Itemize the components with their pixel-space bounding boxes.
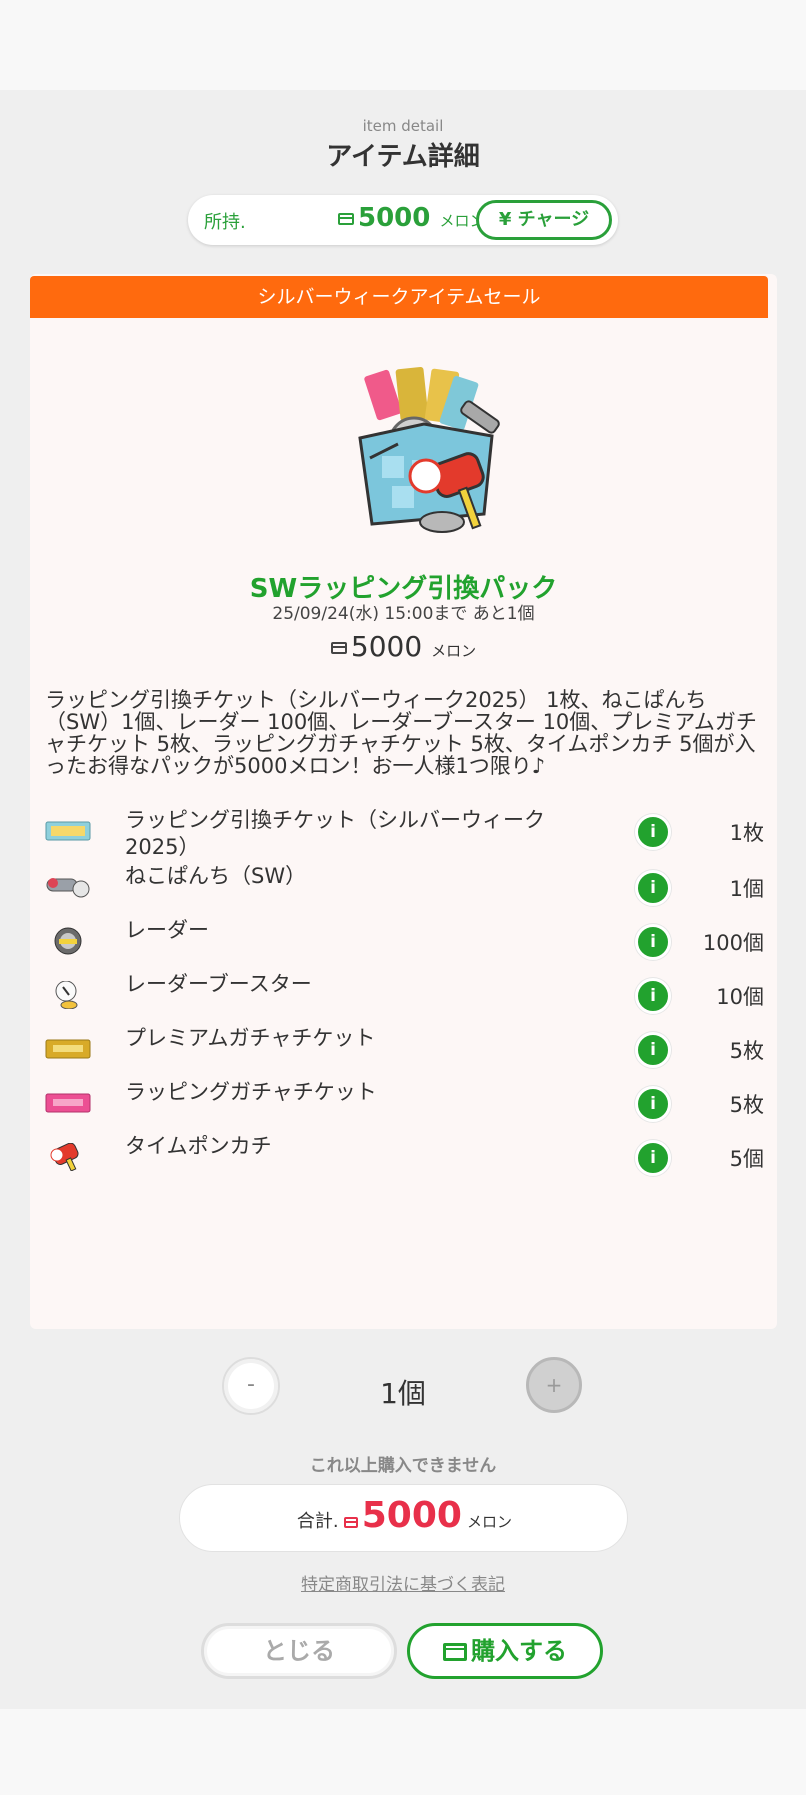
melon-currency-icon [343, 1517, 358, 1528]
wrapping-ticket-icon [45, 821, 91, 841]
list-item: ラッピングガチャチケット i 5枚 [45, 1079, 765, 1127]
content-label: ラッピングガチャチケット [125, 1080, 377, 1104]
item-description: ラッピング引換チケット（シルバーウィーク2025） 1枚、ねこぱんち（SW）1個… [45, 688, 757, 778]
item-deadline: 25/09/24(水) 15:00まで あと1個 [272, 604, 535, 624]
wrapping-gacha-ticket-icon [45, 1093, 91, 1113]
content-label: プレミアムガチャチケット [125, 1026, 376, 1050]
time-hammer-icon [50, 1143, 79, 1171]
page-subtitle: item detail [362, 117, 444, 135]
commercial-law-link-wrap: 特定商取引法に基づく表記 [0, 1570, 806, 1595]
item-price-value: 5000 [350, 630, 423, 663]
buy-button-label: 購入する [471, 1637, 567, 1665]
content-label: ラッピング引換チケット（シルバーウィーク2025） [125, 808, 545, 859]
content-qty: 5枚 [729, 1093, 764, 1117]
cat-punch-icon [46, 878, 90, 898]
premium-gacha-ticket-icon [45, 1039, 91, 1059]
content-label: レーダー [125, 918, 209, 942]
pack-image [358, 366, 500, 533]
increase-quantity-button[interactable]: + [526, 1357, 582, 1413]
content-qty: 100個 [702, 931, 764, 955]
close-button[interactable]: とじる [201, 1623, 397, 1679]
top-band [0, 0, 806, 90]
list-item: プレミアムガチャチケット i 5枚 [45, 1025, 765, 1073]
charge-button[interactable]: ¥ チャージ [476, 200, 612, 240]
list-item: タイムポンカチ i 5個 [45, 1133, 765, 1181]
content-qty: 1個 [729, 877, 764, 901]
content-label: レーダーブースター [125, 972, 312, 996]
content-qty: 5枚 [729, 1039, 764, 1063]
melon-currency-icon [330, 642, 347, 654]
radar-icon [54, 927, 82, 955]
total-price: 合計. 5000 メロン [179, 1484, 628, 1552]
item-card: シルバーウィークアイテムセール SWラッピング引換パック 25/09/24(水)… [30, 274, 777, 1329]
total-inner: 合計. 5000 メロン [180, 1495, 629, 1536]
wallet-card-icon [443, 1643, 467, 1661]
item-price-unit: メロン [431, 642, 477, 660]
quantity-count: 1個 [380, 1377, 426, 1410]
wallet-amount-group: 5000 メロン [338, 203, 484, 233]
wallet-balance: 所持. 5000 メロン ¥ チャージ [188, 195, 618, 245]
content-qty: 1枚 [729, 821, 764, 845]
melon-currency-icon [338, 212, 354, 225]
total-label: 合計. [296, 1511, 339, 1532]
list-item: ラッピング引換チケット（シルバーウィーク2025） i 1枚 [45, 807, 765, 859]
wallet-label: 所持. [204, 212, 246, 233]
content-label: ねこぱんち（SW） [125, 864, 307, 888]
decrease-quantity-button[interactable]: - [222, 1357, 280, 1415]
total-unit: メロン [467, 1513, 513, 1531]
purchase-limit-message: これ以上購入できません [309, 1456, 497, 1476]
buy-button[interactable]: 購入する [407, 1623, 603, 1679]
bottom-band [0, 1709, 806, 1795]
content-qty: 10個 [716, 985, 764, 1009]
total-amount: 5000 [361, 1495, 462, 1536]
content-label: タイムポンカチ [125, 1134, 272, 1158]
list-item: レーダー i 100個 [45, 917, 765, 965]
content-qty: 5個 [729, 1147, 764, 1171]
radar-booster-icon [55, 981, 78, 1009]
sale-banner: シルバーウィークアイテムセール [30, 276, 768, 318]
page-title: アイテム詳細 [326, 142, 480, 172]
list-item: レーダーブースター i 10個 [45, 971, 765, 1019]
commercial-law-link[interactable]: 特定商取引法に基づく表記 [301, 1575, 505, 1595]
wallet-amount: 5000 [358, 203, 431, 233]
list-item: ねこぱんち（SW） i 1個 [45, 863, 765, 911]
item-price: 5000 メロン [30, 630, 777, 663]
